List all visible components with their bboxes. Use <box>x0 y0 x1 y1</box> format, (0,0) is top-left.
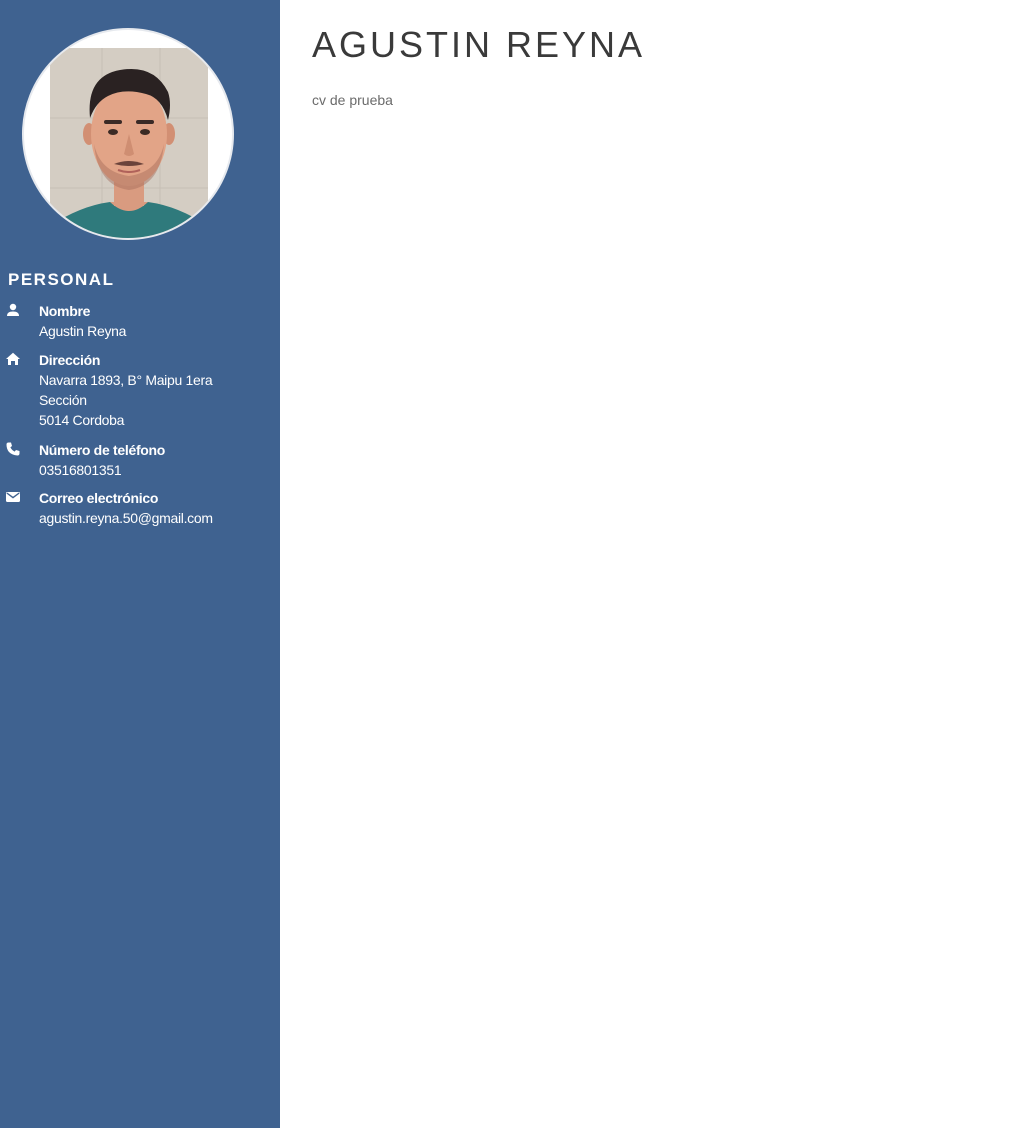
profile-photo <box>50 48 208 238</box>
info-label: Correo electrónico <box>39 490 159 506</box>
info-text: Dirección Navarra 1893, B° Maipu 1era Se… <box>39 350 277 430</box>
info-value: Agustin Reyna <box>39 323 127 339</box>
info-label: Número de teléfono <box>39 442 166 458</box>
mail-icon <box>6 492 20 502</box>
cv-subtitle: cv de prueba <box>312 92 393 108</box>
profile-photo-illustration <box>50 48 208 238</box>
info-text: Correo electrónico agustin.reyna.50@gmai… <box>39 488 277 528</box>
home-icon <box>6 352 20 365</box>
info-value: Navarra 1893, B° Maipu 1era Sección 5014… <box>39 372 213 428</box>
info-label: Dirección <box>39 352 101 368</box>
info-value: 03516801351 <box>39 462 122 478</box>
info-text: Número de teléfono 03516801351 <box>39 440 277 480</box>
profile-photo-frame <box>22 28 234 240</box>
phone-icon <box>6 442 20 456</box>
info-value: agustin.reyna.50@gmail.com <box>39 510 213 526</box>
sidebar: PERSONAL Nombre Agustin Reyna Dirección … <box>0 0 280 1128</box>
info-label: Nombre <box>39 303 91 319</box>
person-icon <box>7 303 19 316</box>
person-name-heading: AGUSTIN REYNA <box>312 24 646 65</box>
section-title-personal: PERSONAL <box>8 270 115 289</box>
info-text: Nombre Agustin Reyna <box>39 301 277 341</box>
